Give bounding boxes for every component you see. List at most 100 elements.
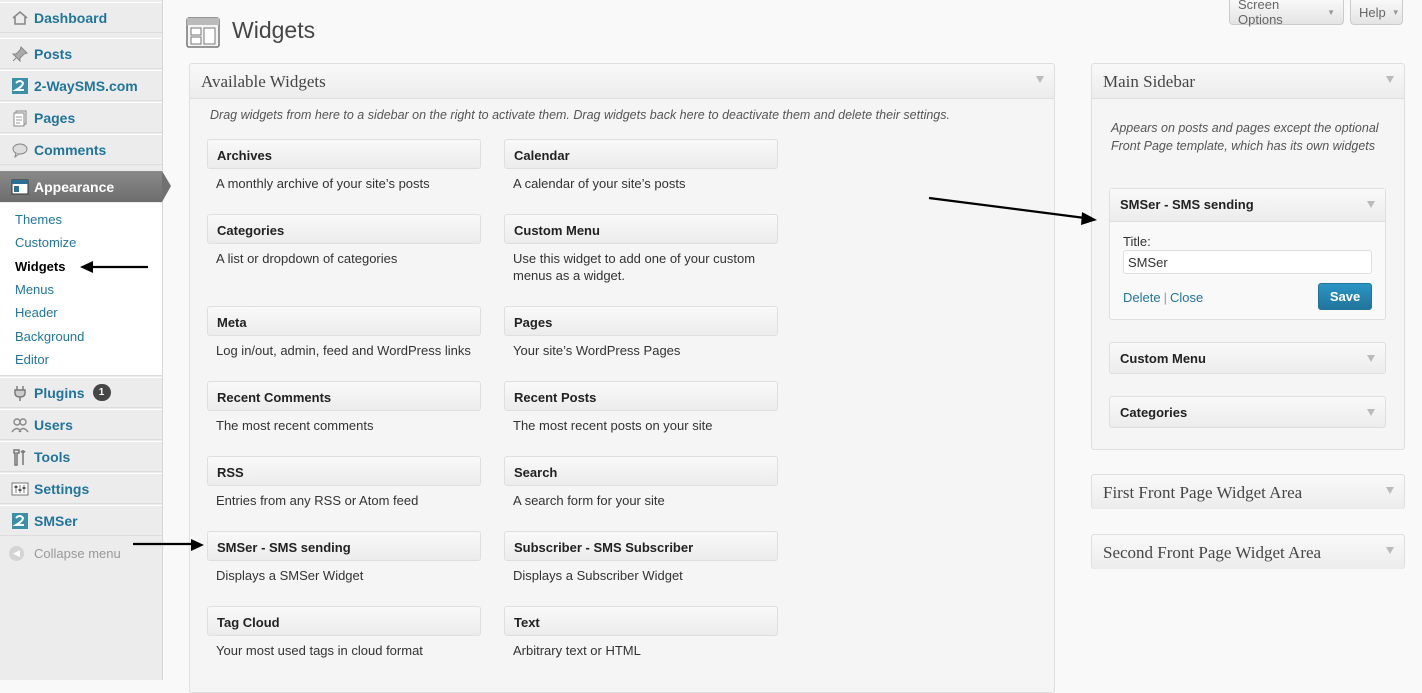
submenu-customize[interactable]: Customize <box>15 235 76 250</box>
users-icon <box>11 416 29 434</box>
menu-2waysms-label: 2-WaySMS.com <box>34 77 138 94</box>
collapse-menu[interactable]: ◀ Collapse menu <box>9 546 121 561</box>
submenu-widgets[interactable]: Widgets <box>15 259 65 274</box>
menu-settings[interactable]: Settings <box>0 473 162 504</box>
settings-icon <box>11 480 29 498</box>
close-link[interactable]: Close <box>1170 290 1203 305</box>
first-front-page-title: First Front Page Widget Area <box>1103 483 1303 502</box>
pushpin-icon <box>11 45 29 63</box>
widget-rss[interactable]: RSS <box>207 456 481 486</box>
first-front-page-widget-area[interactable]: First Front Page Widget Area <box>1091 474 1405 509</box>
tools-icon <box>11 448 29 466</box>
sidebar-widget-categories[interactable]: Categories <box>1109 396 1386 428</box>
main-sidebar-description: Appears on posts and pages except the op… <box>1111 121 1379 153</box>
menu-posts-label: Posts <box>34 45 73 62</box>
available-widgets-title: Available Widgets <box>201 72 326 91</box>
toggle-arrow-icon[interactable] <box>1386 76 1394 83</box>
callout-arrow-smser-widget <box>133 539 204 551</box>
widget-description: Displays a SMSer Widget <box>216 568 364 583</box>
submenu-editor[interactable]: Editor <box>15 352 49 367</box>
submenu-menus[interactable]: Menus <box>15 282 54 297</box>
appearance-submenu: Themes Customize Widgets Menus Header Ba… <box>0 203 162 376</box>
plugins-update-badge: 1 <box>92 384 111 401</box>
second-front-page-widget-area[interactable]: Second Front Page Widget Area <box>1091 534 1405 569</box>
menu-comments-label: Comments <box>34 141 107 158</box>
help-label: Help <box>1359 4 1386 20</box>
main-sidebar-header[interactable]: Main Sidebar <box>1092 64 1404 99</box>
widget-meta[interactable]: Meta <box>207 306 481 336</box>
toggle-arrow-icon[interactable] <box>1367 201 1375 208</box>
toggle-arrow-icon[interactable] <box>1367 355 1375 362</box>
widget-recent-posts[interactable]: Recent Posts <box>504 381 778 411</box>
menu-posts[interactable]: Posts <box>0 38 162 69</box>
menu-tools[interactable]: Tools <box>0 441 162 472</box>
collapse-menu-label: Collapse menu <box>34 546 121 561</box>
toggle-arrow-icon[interactable] <box>1386 547 1394 554</box>
menu-smser-label: SMSer <box>34 512 78 529</box>
sidebar-widget-custom-menu[interactable]: Custom Menu <box>1109 342 1386 374</box>
menu-comments[interactable]: Comments <box>0 134 162 165</box>
widget-pages[interactable]: Pages <box>504 306 778 336</box>
second-front-page-header[interactable]: Second Front Page Widget Area <box>1092 535 1404 569</box>
menu-plugins[interactable]: Plugins 1 <box>0 377 162 408</box>
toggle-arrow-icon[interactable] <box>1036 76 1044 83</box>
toggle-arrow-icon[interactable] <box>1386 487 1394 494</box>
widget-smser-sms-sending[interactable]: SMSer - SMS sending <box>207 531 481 561</box>
widget-description: A monthly archive of your site’s posts <box>216 176 430 191</box>
widget-control-links: Delete | Close <box>1123 290 1203 305</box>
widget-recent-comments[interactable]: Recent Comments <box>207 381 481 411</box>
widget-description: Log in/out, admin, feed and WordPress li… <box>216 343 471 358</box>
menu-pages[interactable]: Pages <box>0 102 162 133</box>
menu-smser[interactable]: SMSer <box>0 505 162 536</box>
submenu-header[interactable]: Header <box>15 305 58 320</box>
plug-icon <box>11 384 29 402</box>
available-widgets-description: Drag widgets from here to a sidebar on t… <box>210 108 950 122</box>
appearance-icon <box>11 178 29 196</box>
menu-appearance[interactable]: Appearance <box>0 171 171 202</box>
screen-options-label: Screen Options <box>1238 0 1283 27</box>
submenu-background[interactable]: Background <box>15 329 84 344</box>
available-widgets-header[interactable]: Available Widgets <box>190 64 1054 99</box>
widget-search[interactable]: Search <box>504 456 778 486</box>
sidebar-widget-title: Categories <box>1120 405 1188 420</box>
smser-logo-icon <box>11 512 29 530</box>
widget-tag-cloud[interactable]: Tag Cloud <box>207 606 481 636</box>
help-button[interactable]: Help ▼ <box>1350 0 1403 25</box>
admin-menu: Dashboard Posts 2-WaySMS.com Pages Comme… <box>0 0 171 680</box>
save-button[interactable]: Save <box>1318 283 1372 310</box>
toggle-arrow-icon[interactable] <box>1367 409 1375 416</box>
screen-options-button[interactable]: Screen Options ▼ <box>1229 0 1344 27</box>
menu-dashboard-label: Dashboard <box>34 9 108 26</box>
menu-2waysms[interactable]: 2-WaySMS.com <box>0 70 162 101</box>
chevron-down-icon: ▼ <box>1391 7 1400 17</box>
widget-calendar[interactable]: Calendar <box>504 139 778 169</box>
chevron-down-icon: ▼ <box>1327 7 1335 17</box>
widget-subscriber-sms-subscriber[interactable]: Subscriber - SMS Subscriber <box>504 531 778 561</box>
title-input[interactable] <box>1123 250 1372 274</box>
submenu-themes[interactable]: Themes <box>15 212 62 227</box>
second-front-page-title: Second Front Page Widget Area <box>1103 543 1322 562</box>
widget-description: The most recent comments <box>216 418 374 433</box>
delete-link[interactable]: Delete <box>1123 290 1161 305</box>
menu-tools-label: Tools <box>34 448 71 465</box>
smser-widget-header[interactable]: SMSer - SMS sending <box>1110 189 1385 222</box>
widget-description: Use this widget to add one of your custo… <box>513 251 756 283</box>
menu-appearance-label: Appearance <box>34 178 115 195</box>
widget-archives[interactable]: Archives <box>207 139 481 169</box>
sidebar-widget-title: Custom Menu <box>1120 351 1206 366</box>
home-icon <box>11 9 29 27</box>
callout-arrow-widgets <box>80 261 148 273</box>
widget-categories[interactable]: Categories <box>207 214 481 244</box>
link-separator: | <box>1163 290 1167 305</box>
widget-description: Arbitrary text or HTML <box>513 643 641 658</box>
menu-dashboard[interactable]: Dashboard <box>0 2 162 33</box>
widget-custom-menu[interactable]: Custom Menu <box>504 214 778 244</box>
widget-text[interactable]: Text <box>504 606 778 636</box>
widgets-page-icon <box>186 17 220 48</box>
widget-description: Your most used tags in cloud format <box>216 643 423 658</box>
menu-users[interactable]: Users <box>0 409 162 440</box>
menu-users-label: Users <box>34 416 73 433</box>
first-front-page-header[interactable]: First Front Page Widget Area <box>1092 475 1404 509</box>
widget-description: A calendar of your site’s posts <box>513 176 686 191</box>
title-field-label: Title: <box>1123 234 1151 249</box>
